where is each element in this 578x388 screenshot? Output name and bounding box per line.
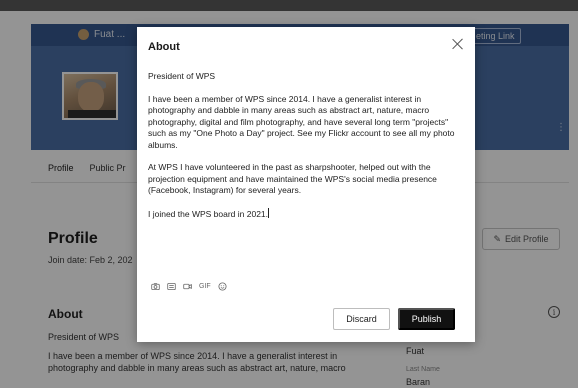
editor-paragraph-role: President of WPS (148, 71, 216, 81)
dialog-title: About (148, 41, 180, 53)
editor-paragraph-board-text: I joined the WPS board in 2021. (148, 208, 269, 219)
about-edit-dialog: About President of WPS I have been a mem… (137, 27, 475, 342)
close-icon[interactable] (451, 37, 465, 51)
editor-paragraph-membership: I have been a member of WPS since 2014. … (148, 93, 455, 150)
discard-button[interactable]: Discard (333, 308, 390, 330)
editor-paragraph-volunteering: At WPS I have volunteered in the past as… (148, 162, 437, 195)
emoji-icon[interactable] (218, 282, 227, 291)
publish-button[interactable]: Publish (398, 308, 455, 330)
about-text-editor[interactable]: President of WPS I have been a member of… (148, 71, 466, 231)
text-caret (268, 207, 270, 218)
gif-button[interactable]: GIF (199, 282, 211, 291)
camera-icon[interactable] (151, 282, 160, 291)
editor-paragraph-board: I joined the WPS board in 2021. (148, 207, 466, 221)
list-icon[interactable] (167, 282, 176, 291)
video-icon[interactable] (183, 282, 192, 291)
editor-toolbar: GIF (151, 282, 227, 291)
